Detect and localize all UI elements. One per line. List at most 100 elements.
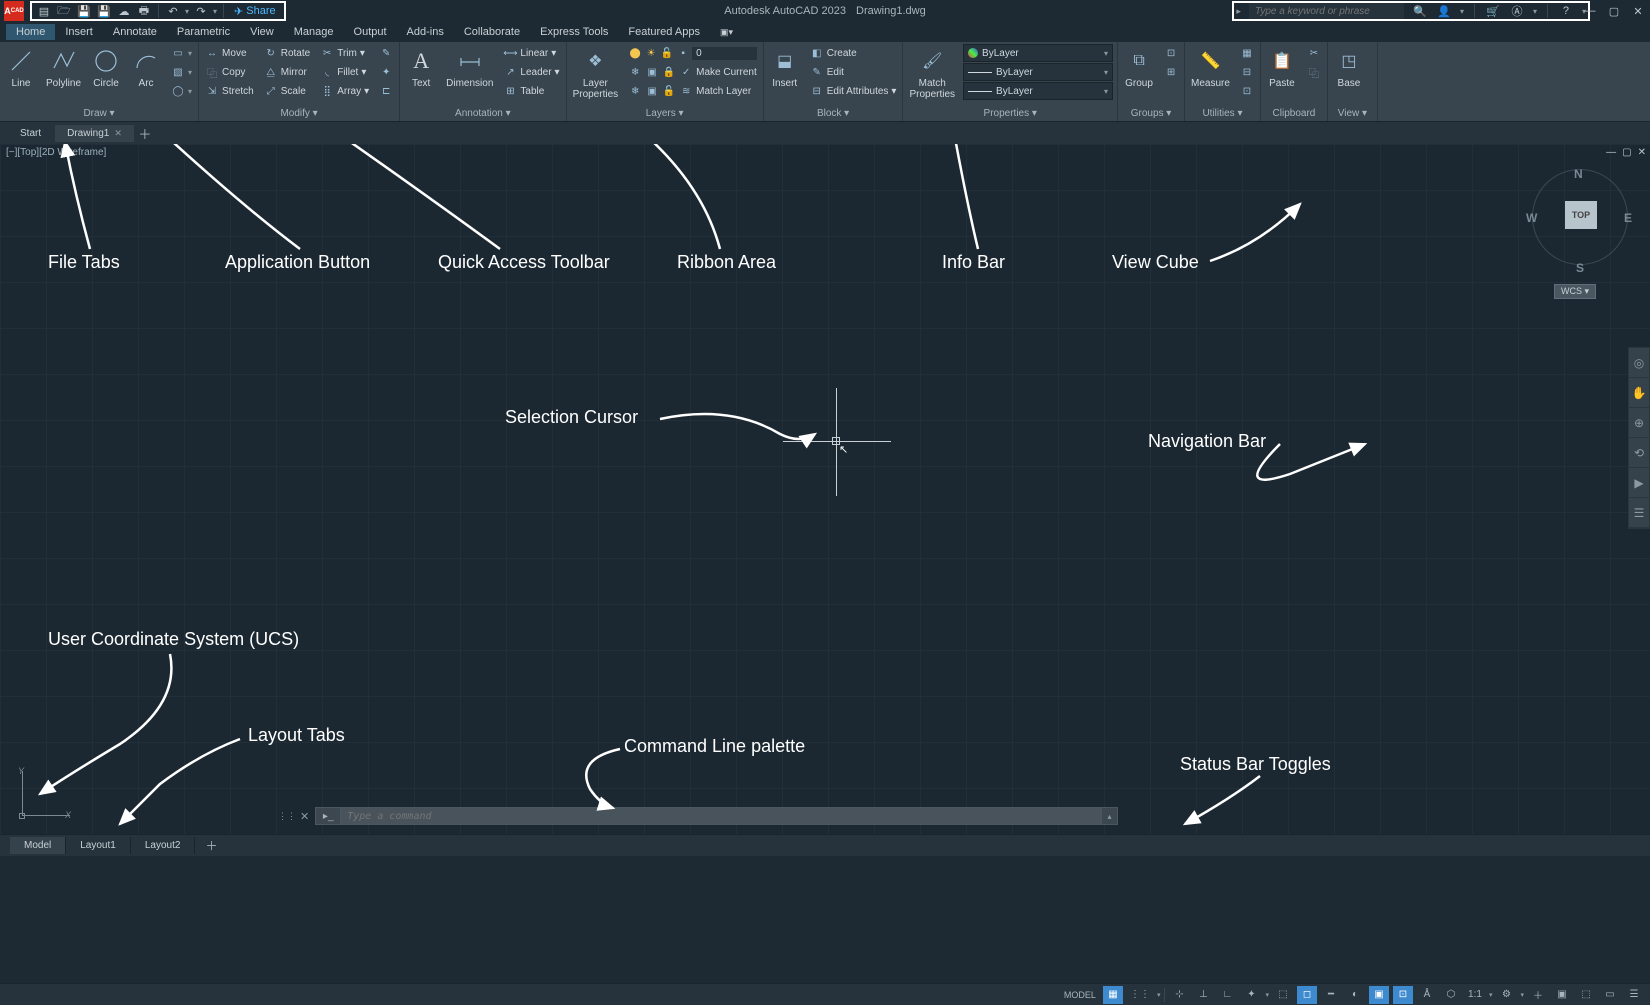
vp-close-icon[interactable]: ✕: [1638, 147, 1646, 158]
explode-icon[interactable]: ✦: [377, 63, 395, 81]
count-icon[interactable]: ⊟: [1238, 63, 1256, 81]
transparency-toggle-icon[interactable]: ◐: [1345, 986, 1365, 1004]
scale-button[interactable]: ⤢Scale: [262, 82, 312, 100]
hatch-icon[interactable]: ▧▾: [169, 63, 194, 81]
layer-lock2-icon[interactable]: 🔒: [662, 65, 676, 79]
stretch-button[interactable]: ⇲Stretch: [203, 82, 256, 100]
offset-icon[interactable]: ⊏: [377, 82, 395, 100]
menu-home[interactable]: Home: [6, 24, 55, 40]
tab-new-button[interactable]: ＋: [136, 124, 154, 143]
create-button[interactable]: ◧Create: [808, 44, 899, 62]
share-button[interactable]: ✈ Share: [230, 5, 280, 18]
panel-title-properties[interactable]: Properties ▾: [907, 106, 1113, 121]
linetype-dropdown[interactable]: ByLayer▾: [963, 82, 1113, 100]
menu-collaborate[interactable]: Collaborate: [454, 24, 530, 40]
hardware-accel-icon[interactable]: ⬚: [1576, 986, 1596, 1004]
layer-current-name[interactable]: 0: [692, 47, 757, 60]
edit-button[interactable]: ✎Edit: [808, 63, 899, 81]
selection-cycling-icon[interactable]: ▣: [1369, 986, 1389, 1004]
zoom-extents-icon[interactable]: ⊕: [1629, 408, 1649, 438]
saveas-icon[interactable]: 💾: [96, 3, 112, 19]
vp-minimize-icon[interactable]: —: [1606, 147, 1616, 158]
polyline-button[interactable]: Polyline: [44, 44, 83, 91]
workspace-icon[interactable]: ⚙: [1496, 986, 1516, 1004]
group-edit-icon[interactable]: ⊞: [1162, 63, 1180, 81]
panel-title-view[interactable]: View ▾: [1332, 106, 1373, 121]
panel-title-annotation[interactable]: Annotation ▾: [404, 106, 561, 121]
layer-make-current-icon[interactable]: ✓: [679, 65, 693, 79]
array-button[interactable]: ⣿Array ▾: [318, 82, 371, 100]
viewcube-e[interactable]: E: [1624, 211, 1632, 225]
leader-button[interactable]: ↗Leader ▾: [501, 63, 561, 81]
layer-properties-button[interactable]: ❖Layer Properties: [571, 44, 621, 102]
isodraft-toggle-icon[interactable]: ⬚: [1273, 986, 1293, 1004]
a360-icon[interactable]: Ⓐ: [1509, 3, 1525, 19]
showmotion-icon[interactable]: ▶: [1629, 468, 1649, 498]
tab-layout2[interactable]: Layout2: [131, 837, 196, 854]
match-layer-button[interactable]: Match Layer: [696, 86, 751, 97]
lineweight-dropdown[interactable]: ByLayer▾: [963, 63, 1113, 81]
wheel-icon[interactable]: ◎: [1629, 348, 1649, 378]
new-icon[interactable]: ▤: [36, 3, 52, 19]
layer-color-icon[interactable]: ▪: [676, 46, 690, 60]
grid-toggle-icon[interactable]: ▦: [1103, 986, 1123, 1004]
text-button[interactable]: AText: [404, 44, 438, 91]
maximize-icon[interactable]: ▢: [1606, 5, 1622, 18]
measure-button[interactable]: 📏Measure: [1189, 44, 1232, 91]
scale-label[interactable]: 1:1: [1465, 986, 1485, 1004]
close-icon[interactable]: ✕: [1630, 5, 1646, 18]
menu-addins[interactable]: Add-ins: [397, 24, 454, 40]
ortho-toggle-icon[interactable]: ∟: [1217, 986, 1237, 1004]
viewcube-wcs[interactable]: WCS ▾: [1554, 284, 1596, 299]
rotate-button[interactable]: ↻Rotate: [262, 44, 312, 62]
layer-lock-icon[interactable]: 🔓: [660, 46, 674, 60]
fillet-button[interactable]: ◟Fillet ▾: [318, 63, 371, 81]
application-button[interactable]: ACAD: [4, 1, 24, 21]
panel-title-utilities[interactable]: Utilities ▾: [1189, 106, 1256, 121]
polar-toggle-icon[interactable]: ✦: [1241, 986, 1261, 1004]
close-icon[interactable]: ✕: [114, 128, 122, 139]
tab-layout1[interactable]: Layout1: [66, 837, 131, 854]
cmd-close-icon[interactable]: ✕: [300, 810, 309, 823]
menu-parametric[interactable]: Parametric: [167, 24, 240, 40]
menu-manage[interactable]: Manage: [284, 24, 344, 40]
panel-title-draw[interactable]: Draw ▾: [4, 106, 194, 121]
status-model[interactable]: MODEL: [1061, 986, 1099, 1004]
insert-button[interactable]: ⬓Insert: [768, 44, 802, 91]
make-current-button[interactable]: Make Current: [696, 67, 757, 78]
cart-icon[interactable]: 🛒: [1485, 3, 1501, 19]
select-icon[interactable]: ⊡: [1238, 82, 1256, 100]
help-icon[interactable]: ?: [1558, 3, 1574, 19]
ellipse-icon[interactable]: ◯▾: [169, 82, 194, 100]
layer-match-icon[interactable]: ≋: [679, 84, 693, 98]
drawing-area[interactable]: [−][Top][2D Wireframe] — ▢ ✕ N S W E TOP…: [0, 144, 1650, 834]
layer-off-icon[interactable]: ❄: [628, 65, 642, 79]
menu-insert[interactable]: Insert: [55, 24, 103, 40]
paste-button[interactable]: 📋Paste: [1265, 44, 1299, 91]
copy-button[interactable]: ⿻Copy: [203, 63, 256, 81]
lineweight-toggle-icon[interactable]: ━: [1321, 986, 1341, 1004]
customize-icon[interactable]: ☰: [1624, 986, 1644, 1004]
tab-start[interactable]: Start: [8, 125, 53, 142]
menu-output[interactable]: Output: [344, 24, 397, 40]
webmobile-icon[interactable]: ☁: [116, 3, 132, 19]
menu-featuredapps[interactable]: Featured Apps: [618, 24, 710, 40]
calc-icon[interactable]: ▦: [1238, 44, 1256, 62]
cmd-grip-icon[interactable]: ⋮⋮: [278, 811, 296, 822]
base-button[interactable]: ◳Base: [1332, 44, 1366, 91]
layer-un2-icon[interactable]: 🔓: [662, 84, 676, 98]
menu-expresstools[interactable]: Express Tools: [530, 24, 618, 40]
dimension-button[interactable]: Dimension: [444, 44, 495, 91]
pan-icon[interactable]: ✋: [1629, 378, 1649, 408]
signin-icon[interactable]: 👤: [1436, 3, 1452, 19]
rectangle-icon[interactable]: ▭▾: [169, 44, 194, 62]
anno-monitor-icon[interactable]: ＋: [1528, 986, 1548, 1004]
layer-un-icon[interactable]: ▣: [645, 84, 659, 98]
search-input[interactable]: [1249, 3, 1404, 19]
match-properties-button[interactable]: 🖌Match Properties: [907, 44, 957, 102]
dynamic-toggle-icon[interactable]: ⊥: [1193, 986, 1213, 1004]
nav-more-icon[interactable]: ☰: [1629, 498, 1649, 528]
osnap-toggle-icon[interactable]: ◻: [1297, 986, 1317, 1004]
layer-on-icon[interactable]: ⬤: [628, 46, 642, 60]
cmd-prompt-icon[interactable]: ▸_: [315, 807, 341, 825]
